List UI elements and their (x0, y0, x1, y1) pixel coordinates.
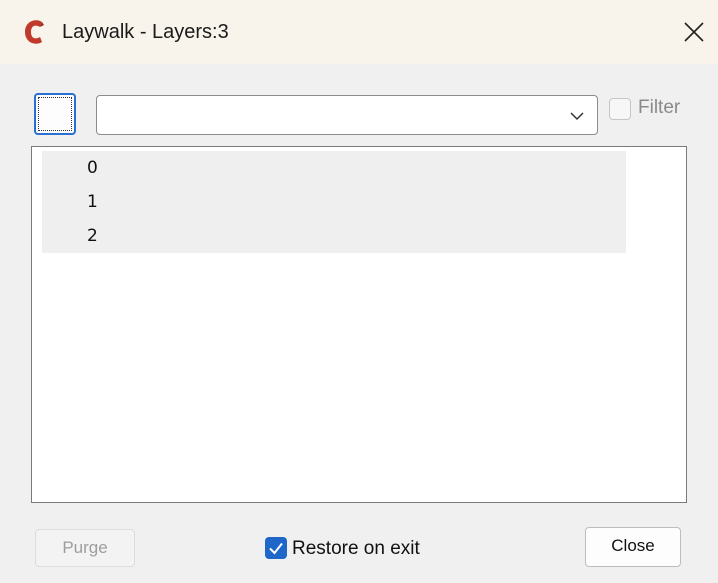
chevron-down-icon[interactable] (569, 110, 585, 122)
list-item[interactable]: 0 (42, 151, 626, 185)
layer-list[interactable]: 0 1 2 (31, 146, 687, 503)
filter-checkbox[interactable] (609, 98, 631, 120)
layer-combo-box[interactable] (96, 95, 598, 135)
list-item[interactable]: 1 (42, 185, 626, 219)
title-bar: Laywalk - Layers:3 (0, 0, 718, 64)
window-title: Laywalk - Layers:3 (62, 21, 229, 43)
layer-name: 2 (87, 226, 98, 246)
select-all-toggle-button[interactable] (34, 93, 76, 135)
layer-name: 0 (87, 158, 98, 178)
laywalk-dialog: Laywalk - Layers:3 Filter 0 1 2 Purge Re… (0, 0, 718, 583)
close-icon[interactable] (676, 14, 712, 50)
list-item[interactable]: 2 (42, 219, 626, 253)
laywalk-c-logo-icon (25, 20, 44, 44)
restore-on-exit-checkbox[interactable] (265, 537, 287, 559)
layer-name: 1 (87, 192, 98, 212)
restore-on-exit-label: Restore on exit (292, 538, 420, 559)
checkmark-icon (269, 542, 283, 555)
close-button[interactable]: Close (585, 527, 681, 567)
purge-button[interactable]: Purge (35, 529, 135, 567)
filter-label: Filter (638, 97, 681, 118)
